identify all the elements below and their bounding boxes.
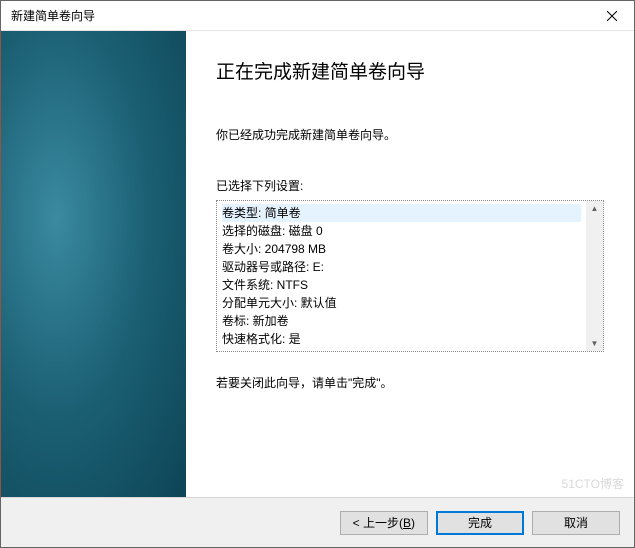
window-title: 新建简单卷向导 (11, 7, 95, 24)
page-heading: 正在完成新建简单卷向导 (216, 57, 604, 84)
closing-text: 若要关闭此向导，请单击"完成"。 (216, 374, 604, 391)
titlebar: 新建简单卷向导 (1, 1, 634, 31)
list-item: 快速格式化: 是 (222, 330, 581, 348)
scroll-up-icon[interactable]: ▲ (591, 204, 599, 213)
list-item: 选择的磁盘: 磁盘 0 (222, 222, 581, 240)
wizard-footer: < 上一步(B) 完成 取消 (1, 497, 634, 547)
close-icon (607, 11, 617, 21)
intro-text: 你已经成功完成新建简单卷向导。 (216, 126, 604, 143)
back-button[interactable]: < 上一步(B) (340, 511, 428, 535)
list-item: 分配单元大小: 默认值 (222, 294, 581, 312)
close-button[interactable] (589, 1, 634, 31)
settings-label: 已选择下列设置: (216, 177, 604, 194)
settings-box: 卷类型: 简单卷 选择的磁盘: 磁盘 0 卷大小: 204798 MB 驱动器号… (216, 200, 604, 352)
list-item: 卷标: 新加卷 (222, 312, 581, 330)
wizard-body: 正在完成新建简单卷向导 你已经成功完成新建简单卷向导。 已选择下列设置: 卷类型… (1, 31, 634, 497)
settings-list[interactable]: 卷类型: 简单卷 选择的磁盘: 磁盘 0 卷大小: 204798 MB 驱动器号… (217, 201, 586, 351)
list-item: 卷类型: 简单卷 (222, 204, 581, 222)
finish-button[interactable]: 完成 (436, 511, 524, 535)
cancel-button[interactable]: 取消 (532, 511, 620, 535)
list-item: 卷大小: 204798 MB (222, 240, 581, 258)
wizard-content: 正在完成新建简单卷向导 你已经成功完成新建简单卷向导。 已选择下列设置: 卷类型… (186, 31, 634, 497)
wizard-sidebar-image (1, 31, 186, 497)
list-item: 驱动器号或路径: E: (222, 258, 581, 276)
scroll-down-icon[interactable]: ▼ (591, 339, 599, 348)
scrollbar[interactable]: ▲ ▼ (586, 201, 603, 351)
wizard-window: 新建简单卷向导 正在完成新建简单卷向导 你已经成功完成新建简单卷向导。 已选择下… (0, 0, 635, 548)
list-item: 文件系统: NTFS (222, 276, 581, 294)
